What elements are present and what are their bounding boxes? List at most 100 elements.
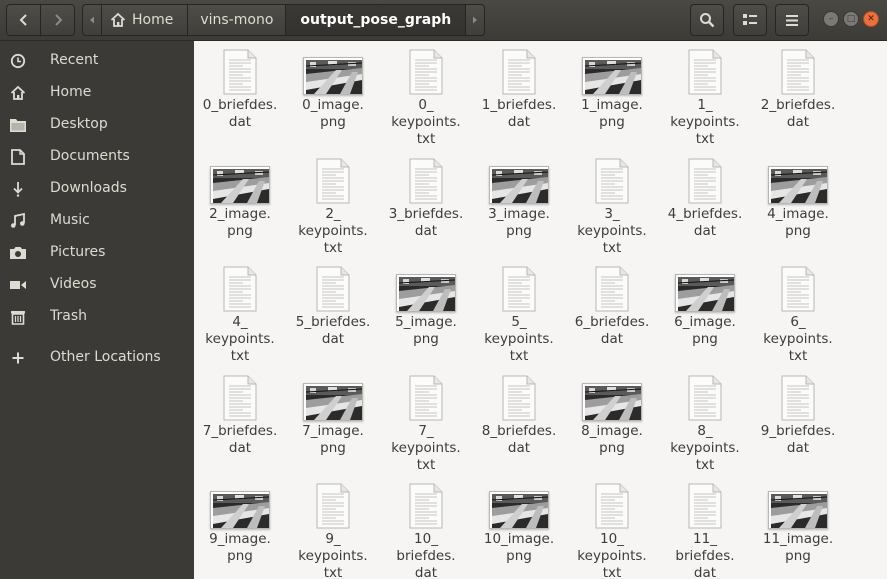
file-item[interactable]: 6_ keypoints. txt <box>752 266 844 374</box>
clock-icon <box>9 53 27 69</box>
file-item[interactable]: 9_ keypoints. txt <box>287 483 379 579</box>
path-crumb-label: vins-mono <box>200 12 274 28</box>
file-item[interactable]: 1_briefdes. dat <box>473 49 565 157</box>
text-file-icon <box>502 375 536 421</box>
file-item[interactable]: 2_image. png <box>194 158 286 266</box>
sidebar-item-label: Pictures <box>50 244 106 260</box>
file-item[interactable]: 5_ keypoints. txt <box>473 266 565 374</box>
file-item[interactable]: 3_briefdes. dat <box>380 158 472 266</box>
menu-button[interactable] <box>775 4 809 36</box>
path-crumb-home[interactable]: Home <box>101 4 189 36</box>
sidebar-item-videos[interactable]: Videos <box>0 269 194 301</box>
sidebar-item-label: Documents <box>50 148 130 164</box>
file-item[interactable]: 10_ keypoints. txt <box>566 483 658 579</box>
file-item[interactable]: 0_briefdes. dat <box>194 49 286 157</box>
file-item[interactable]: 11_image. png <box>752 483 844 579</box>
file-item[interactable]: 9_image. png <box>194 483 286 579</box>
image-thumbnail <box>582 383 642 421</box>
back-button[interactable] <box>6 4 41 36</box>
file-name: 4_ keypoints. txt <box>205 314 275 364</box>
file-item[interactable]: 7_briefdes. dat <box>194 375 286 483</box>
file-name: 8_image. png <box>581 423 643 456</box>
path-crumb-vins-mono[interactable]: vins-mono <box>187 4 287 36</box>
file-item[interactable]: 0_image. png <box>287 49 379 157</box>
image-thumbnail <box>396 274 456 312</box>
chevron-left-icon <box>19 14 27 26</box>
file-item[interactable]: 1_image. png <box>566 49 658 157</box>
file-item[interactable]: 8_ keypoints. txt <box>659 375 751 483</box>
sidebar: Recent Home Desktop Documents Downloads … <box>0 41 194 579</box>
text-file-icon <box>223 49 257 95</box>
file-item[interactable]: 10_image. png <box>473 483 565 579</box>
sidebar-item-downloads[interactable]: Downloads <box>0 173 194 205</box>
text-file-icon <box>316 483 350 529</box>
trash-icon <box>9 309 27 325</box>
path-crumb-current[interactable]: output_pose_graph <box>285 4 467 36</box>
file-item[interactable]: 0_ keypoints. txt <box>380 49 472 157</box>
file-item[interactable]: 4_ keypoints. txt <box>194 266 286 374</box>
file-name: 10_ keypoints. txt <box>577 531 647 579</box>
file-item[interactable]: 5_briefdes. dat <box>287 266 379 374</box>
view-options-button[interactable] <box>733 4 767 36</box>
file-item[interactable]: 3_image. png <box>473 158 565 266</box>
text-file-icon <box>409 49 443 95</box>
path-scroll-left-button[interactable] <box>82 4 102 36</box>
hamburger-icon <box>786 14 798 26</box>
file-item[interactable]: 6_briefdes. dat <box>566 266 658 374</box>
text-file-icon <box>688 158 722 204</box>
path-scroll-right-button[interactable] <box>465 4 486 36</box>
search-button[interactable] <box>690 4 724 36</box>
file-name: 0_briefdes. dat <box>202 97 278 130</box>
image-thumbnail <box>489 166 549 204</box>
file-item[interactable]: 4_briefdes. dat <box>659 158 751 266</box>
sidebar-item-pictures[interactable]: Pictures <box>0 237 194 269</box>
file-name: 0_image. png <box>302 97 364 130</box>
sidebar-item-label: Other Locations <box>50 349 161 365</box>
file-item[interactable]: 1_ keypoints. txt <box>659 49 751 157</box>
file-name: 7_ keypoints. txt <box>391 423 461 473</box>
file-item[interactable]: 9_briefdes. dat <box>752 375 844 483</box>
maximize-button[interactable]: □ <box>843 11 859 27</box>
download-icon <box>9 181 27 197</box>
image-thumbnail <box>768 166 828 204</box>
sidebar-item-music[interactable]: Music <box>0 205 194 237</box>
file-item[interactable]: 2_briefdes. dat <box>752 49 844 157</box>
forward-button[interactable] <box>40 4 75 36</box>
file-item[interactable]: 2_ keypoints. txt <box>287 158 379 266</box>
sidebar-item-label: Recent <box>50 52 99 68</box>
text-file-icon <box>316 266 350 312</box>
sidebar-item-recent[interactable]: Recent <box>0 45 194 77</box>
file-item[interactable]: 8_briefdes. dat <box>473 375 565 483</box>
sidebar-item-documents[interactable]: Documents <box>0 141 194 173</box>
file-item[interactable]: 4_image. png <box>752 158 844 266</box>
minimize-icon: – <box>828 13 834 24</box>
file-item[interactable]: 10_ briefdes. dat <box>380 483 472 579</box>
chevron-right-icon <box>54 14 62 26</box>
file-item[interactable]: 11_ briefdes. dat <box>659 483 751 579</box>
file-name: 4_image. png <box>767 206 829 239</box>
image-thumbnail <box>210 166 270 204</box>
path-crumb-home-label: Home <box>132 12 174 28</box>
text-file-icon <box>502 266 536 312</box>
file-item[interactable]: 7_ keypoints. txt <box>380 375 472 483</box>
file-name: 6_ keypoints. txt <box>763 314 833 364</box>
file-name: 1_briefdes. dat <box>481 97 557 130</box>
file-item[interactable]: 3_ keypoints. txt <box>566 158 658 266</box>
minimize-button[interactable]: – <box>823 11 839 27</box>
sidebar-item-home[interactable]: Home <box>0 77 194 109</box>
file-item[interactable]: 6_image. png <box>659 266 751 374</box>
file-item[interactable]: 7_image. png <box>287 375 379 483</box>
sidebar-item-trash[interactable]: Trash <box>0 301 194 333</box>
image-thumbnail <box>582 57 642 95</box>
file-item[interactable]: 8_image. png <box>566 375 658 483</box>
text-file-icon <box>223 375 257 421</box>
sidebar-item-desktop[interactable]: Desktop <box>0 109 194 141</box>
file-item[interactable]: 5_image. png <box>380 266 472 374</box>
triangle-right-icon <box>473 16 478 24</box>
image-thumbnail <box>768 491 828 529</box>
file-name: 9_ keypoints. txt <box>298 531 368 579</box>
file-name: 11_image. png <box>762 531 834 564</box>
file-name: 2_image. png <box>209 206 271 239</box>
close-button[interactable]: ✕ <box>863 11 879 27</box>
sidebar-item-other-locations[interactable]: Other Locations <box>0 342 194 374</box>
